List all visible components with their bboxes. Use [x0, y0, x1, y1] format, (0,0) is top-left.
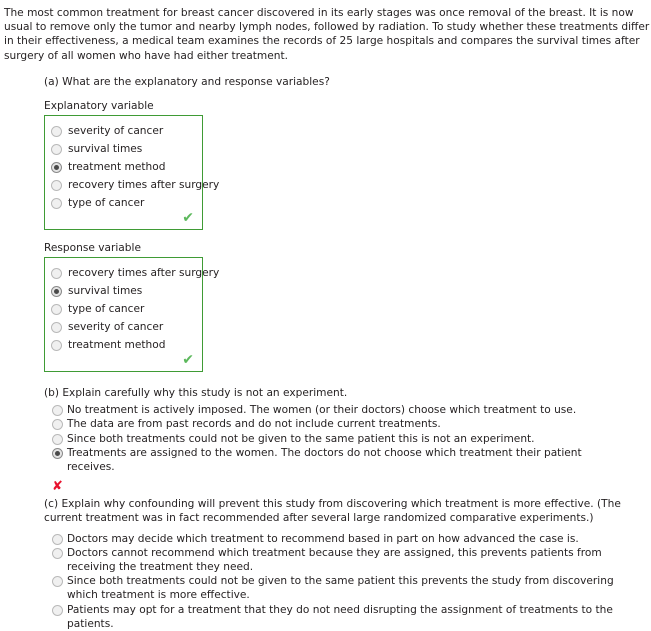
radio-option-label: Patients may opt for a treatment that th…	[67, 603, 613, 630]
part-b-prompt: (b) Explain carefully why this study is …	[44, 387, 348, 400]
radio-icon[interactable]	[52, 547, 63, 559]
green-check-icon: ✔	[182, 210, 194, 227]
radio-option-label: Treatments are assigned to the women. Th…	[67, 446, 582, 474]
radio-icon[interactable]	[52, 576, 63, 588]
radio-option-label: severity of cancer	[68, 125, 164, 138]
radio-option-label: Doctors may decide which treatment to re…	[67, 532, 579, 545]
radio-option[interactable]: The data are from past records and do no…	[52, 417, 649, 431]
radio-option[interactable]: survival times	[49, 282, 198, 300]
radio-option[interactable]: Doctors cannot recommend which treatment…	[52, 546, 649, 574]
response-variable-label: Response variable	[44, 242, 141, 255]
radio-icon-selected[interactable]	[51, 285, 62, 297]
radio-option[interactable]: No treatment is actively imposed. The wo…	[52, 403, 649, 417]
radio-option-label: Since both treatments could not be given…	[67, 432, 535, 445]
explanatory-variable-box: severity of cancer survival times treatm…	[44, 115, 219, 231]
radio-option-label: treatment method	[68, 339, 166, 352]
radio-option-label: Since both treatments could not be given…	[67, 575, 614, 602]
radio-option-label: Doctors cannot recommend which treatment…	[67, 546, 602, 574]
radio-option[interactable]: treatment method	[49, 336, 198, 354]
radio-option[interactable]: recovery times after surgery	[49, 176, 219, 194]
radio-option[interactable]: severity of cancer	[49, 318, 198, 336]
radio-option[interactable]: type of cancer	[49, 194, 198, 212]
radio-icon[interactable]	[52, 405, 63, 417]
radio-option[interactable]: type of cancer	[49, 300, 198, 318]
radio-icon-selected[interactable]	[51, 161, 62, 173]
radio-option[interactable]: severity of cancer	[49, 122, 198, 140]
response-variable-box: recovery times after surgery survival ti…	[44, 257, 219, 373]
radio-option-label: severity of cancer	[68, 321, 164, 334]
explanatory-variable-group: Explanatory variable severity of cancer …	[44, 99, 649, 231]
radio-option[interactable]: recovery times after surgery	[49, 264, 219, 282]
green-check-icon: ✔	[182, 352, 194, 369]
explanatory-status-row: ✔	[49, 210, 198, 227]
radio-icon[interactable]	[51, 179, 62, 191]
radio-option-label: survival times	[68, 285, 143, 298]
radio-icon[interactable]	[51, 143, 62, 155]
radio-option-label: treatment method	[68, 161, 166, 174]
radio-option-label: recovery times after surgery	[68, 179, 220, 192]
explanatory-variable-label: Explanatory variable	[44, 100, 154, 113]
response-variable-group: Response variable recovery times after s…	[44, 241, 649, 373]
radio-option[interactable]: Since both treatments could not be given…	[52, 432, 649, 446]
red-cross-icon: ✘	[52, 479, 63, 495]
part-c-prompt: (c) Explain why confounding will prevent…	[44, 498, 621, 525]
part-b-status-row: ✘	[52, 475, 649, 493]
radio-option-label: The data are from past records and do no…	[67, 418, 441, 431]
radio-icon[interactable]	[51, 125, 62, 137]
radio-option-label: recovery times after surgery	[68, 267, 220, 280]
radio-icon[interactable]	[51, 267, 62, 279]
response-status-row: ✔	[49, 352, 198, 369]
radio-option[interactable]: Treatments are assigned to the women. Th…	[52, 446, 649, 474]
part-c-options: Doctors may decide which treatment to re…	[52, 532, 649, 631]
radio-option[interactable]: Since both treatments could not be given…	[52, 574, 649, 602]
part-b-options: No treatment is actively imposed. The wo…	[52, 403, 649, 474]
question-page: The most common treatment for breast can…	[0, 0, 651, 630]
radio-option[interactable]: Doctors may decide which treatment to re…	[52, 532, 649, 546]
radio-icon[interactable]	[51, 197, 62, 209]
radio-option[interactable]: treatment method	[49, 158, 198, 176]
part-a-prompt: (a) What are the explanatory and respons…	[44, 75, 330, 88]
radio-icon[interactable]	[51, 321, 62, 333]
radio-icon[interactable]	[52, 533, 63, 545]
radio-icon-selected[interactable]	[52, 447, 63, 459]
radio-icon[interactable]	[52, 433, 63, 445]
question-stem: The most common treatment for breast can…	[4, 7, 650, 62]
radio-icon[interactable]	[52, 419, 63, 431]
radio-icon[interactable]	[51, 303, 62, 315]
radio-option[interactable]: Patients may opt for a treatment that th…	[52, 603, 649, 631]
radio-option-label: type of cancer	[68, 303, 145, 316]
radio-option-label: No treatment is actively imposed. The wo…	[67, 404, 577, 417]
radio-icon[interactable]	[52, 604, 63, 616]
radio-option-label: survival times	[68, 143, 143, 156]
radio-option-label: type of cancer	[68, 197, 145, 210]
radio-icon[interactable]	[51, 339, 62, 351]
radio-option[interactable]: survival times	[49, 140, 198, 158]
